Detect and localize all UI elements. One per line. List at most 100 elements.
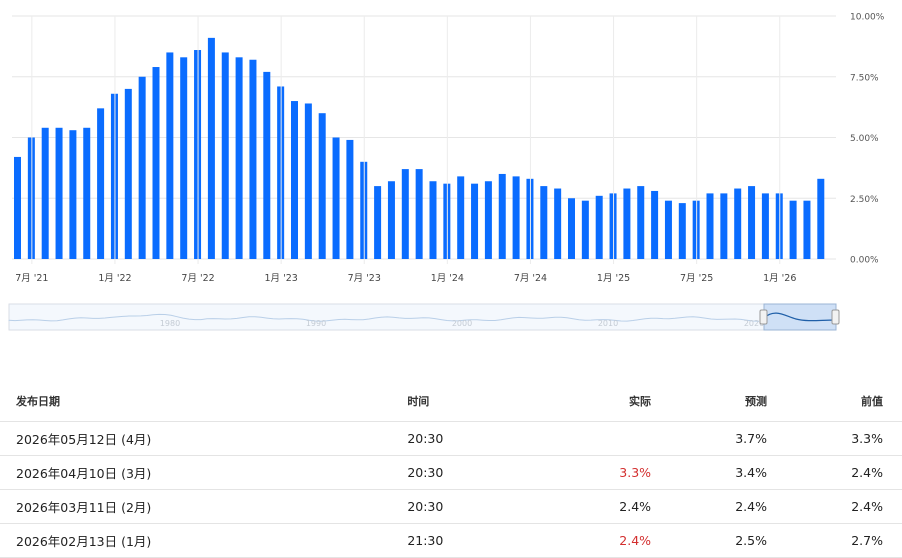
data-bar [664, 200, 672, 259]
data-bar [304, 103, 312, 259]
x-tick-label: 1月 '24 [431, 273, 464, 284]
header-previous[interactable]: 前值 [767, 381, 902, 422]
data-bar [789, 200, 797, 259]
data-bar [180, 57, 188, 260]
actual-cell: 2.4% [535, 523, 652, 558]
header-actual[interactable]: 实际 [535, 381, 652, 422]
data-bar [415, 169, 423, 259]
actual-cell: 2.4% [535, 489, 652, 524]
time-cell: 20:30 [407, 421, 536, 456]
data-bar [235, 57, 243, 260]
forecast-cell: 2.5% [651, 523, 767, 558]
data-bar [748, 186, 756, 259]
navigator-right-handle[interactable] [831, 309, 840, 325]
data-bar [554, 188, 562, 259]
y-tick-label: 0.00% [850, 256, 879, 266]
data-bar [637, 186, 645, 259]
navigator-left-handle[interactable] [759, 309, 768, 325]
data-bar [166, 52, 174, 260]
release-table: 发布日期 时间 实际 预测 前值 2026年05月12日 (4月) 20:30 … [0, 381, 902, 558]
x-tick-label: 7月 '25 [680, 273, 713, 284]
forecast-cell: 3.7% [651, 421, 767, 456]
data-bar [623, 188, 631, 259]
data-bar [346, 139, 354, 259]
data-bar [318, 113, 326, 259]
data-bar [512, 176, 520, 259]
table-row: 2026年02月13日 (1月) 21:30 2.4% 2.5% 2.7% [0, 523, 902, 558]
x-tick-label: 7月 '22 [181, 273, 214, 284]
previous-cell: 2.4% [767, 489, 902, 524]
x-tick-label: 1月 '23 [265, 273, 298, 284]
data-bar [249, 59, 257, 259]
data-bar [720, 193, 728, 259]
forecast-cell: 2.4% [651, 489, 767, 524]
release-date-cell: 2026年03月11日 (2月) [0, 489, 408, 524]
navigator-track [8, 303, 837, 331]
main-bar-chart: 10.00% 7.50% 5.00% 2.50% 0.00% 7月 '21 1月 '22 7月… [12, 13, 885, 284]
release-date-cell: 2026年04月10日 (3月) [0, 455, 408, 490]
data-bar [263, 71, 271, 259]
data-bar [221, 52, 229, 260]
data-bar [581, 200, 589, 259]
previous-cell: 3.3% [767, 421, 902, 456]
data-bar [97, 108, 105, 259]
data-bar [152, 67, 160, 259]
data-bar [138, 76, 146, 259]
navigator-year-label: 1990 [306, 319, 326, 328]
data-bar [41, 127, 49, 259]
data-bar [429, 181, 437, 259]
table-row: 2026年05月12日 (4月) 20:30 3.7% 3.3% [0, 421, 902, 456]
data-bar [401, 169, 409, 259]
table-header-row: 发布日期 时间 实际 预测 前值 [0, 381, 902, 422]
data-bar [651, 190, 659, 259]
data-bar [678, 203, 686, 259]
header-forecast[interactable]: 预测 [651, 381, 767, 422]
data-bar [817, 178, 825, 259]
data-bar [387, 181, 395, 259]
data-bar [207, 37, 215, 260]
x-tick-label: 1月 '22 [98, 273, 131, 284]
x-tick-label: 7月 '24 [514, 273, 547, 284]
x-tick-label: 7月 '23 [348, 273, 381, 284]
data-bar [803, 200, 811, 259]
y-tick-label: 7.50% [850, 73, 879, 83]
navigator-selected-range[interactable] [763, 303, 837, 331]
table-row: 2026年03月11日 (2月) 20:30 2.4% 2.4% 2.4% [0, 489, 902, 524]
actual-cell [535, 421, 652, 456]
time-cell: 20:30 [407, 489, 536, 524]
x-tick-label: 1月 '25 [597, 273, 630, 284]
data-bar [595, 195, 603, 259]
table-row: 2026年04月10日 (3月) 20:30 3.3% 3.4% 2.4% [0, 455, 902, 490]
x-tick-label: 7月 '21 [15, 273, 48, 284]
y-tick-label: 5.00% [850, 134, 879, 144]
data-bar [27, 137, 35, 259]
chart-panel: 10.00% 7.50% 5.00% 2.50% 0.00% 7月 '21 1月 '22 7月… [0, 0, 902, 340]
data-bar [568, 198, 575, 259]
navigator-year-label: 2010 [598, 319, 618, 328]
header-release-date[interactable]: 发布日期 [0, 381, 408, 422]
data-bar [291, 101, 298, 259]
release-date-cell: 2026年02月13日 (1月) [0, 523, 408, 558]
data-bar [706, 193, 714, 259]
data-bar [484, 181, 492, 259]
data-bar [69, 130, 77, 259]
data-bar [332, 137, 340, 259]
data-bar [14, 156, 21, 259]
y-tick-label: 10.00% [850, 13, 885, 23]
release-date-cell: 2026年05月12日 (4月) [0, 421, 408, 456]
time-cell: 20:30 [407, 455, 536, 490]
range-navigator[interactable]: 1980 1990 2000 2010 2020 [0, 298, 902, 334]
time-cell: 21:30 [407, 523, 536, 558]
actual-cell: 3.3% [535, 455, 652, 490]
navigator-year-label: 2000 [452, 319, 472, 328]
data-bar [83, 127, 91, 259]
navigator-year-label: 1980 [160, 319, 180, 328]
data-bar [55, 127, 63, 259]
previous-cell: 2.7% [767, 523, 902, 558]
data-bar [471, 183, 479, 259]
data-bar [374, 186, 382, 259]
header-time[interactable]: 时间 [407, 381, 536, 422]
data-bar [734, 188, 742, 259]
data-bar [761, 193, 769, 259]
previous-cell: 2.4% [767, 455, 902, 490]
